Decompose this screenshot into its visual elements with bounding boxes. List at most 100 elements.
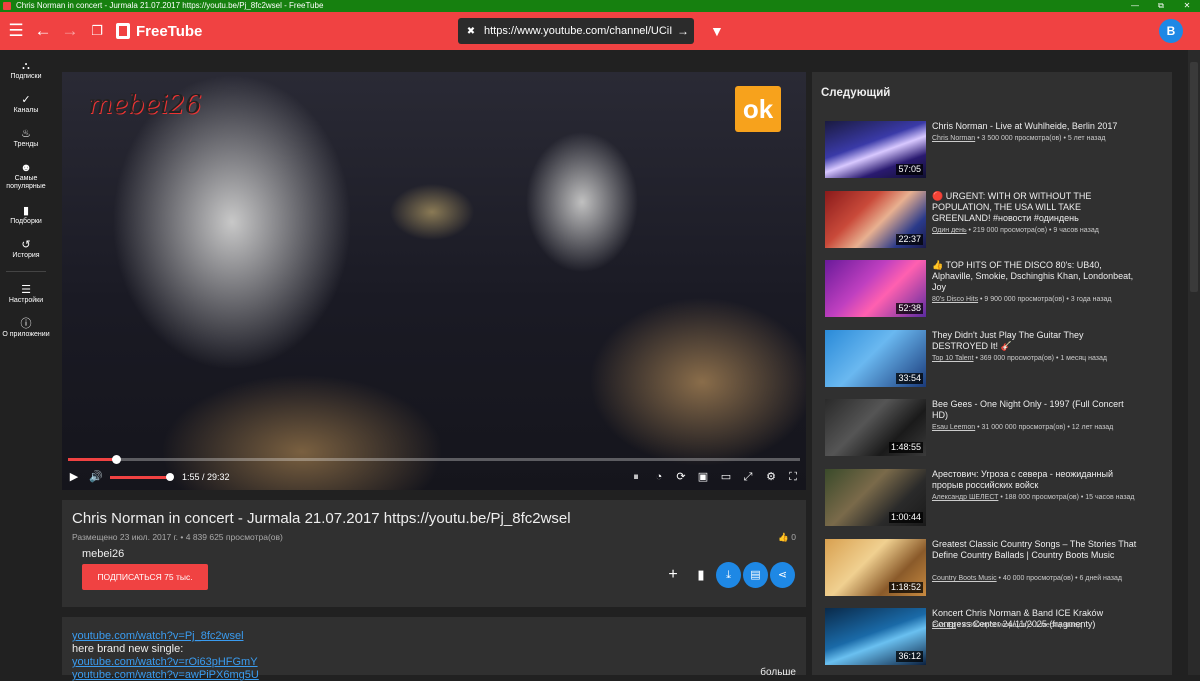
search-input[interactable]: https://www.youtube.com/channel/UCiI40 (484, 25, 672, 37)
minimize-button[interactable]: — (1122, 0, 1148, 12)
video-meta: Chris Norman • 3 500 000 просмотра(ов) •… (932, 134, 1162, 143)
video-meta: Esau Leemon • 31 000 000 просмотра(ов) •… (932, 423, 1162, 432)
thumbs-up-icon: 👍 (778, 532, 789, 542)
video-title: Chris Norman in concert - Jurmala 21.07.… (72, 510, 571, 527)
sidebar-item-subscriptions[interactable]: ⛬ Подписки (0, 60, 52, 81)
description-link[interactable]: youtube.com/watch?v=Pj_8fc2wsel (72, 630, 244, 642)
back-arrow-icon[interactable]: ← (32, 12, 54, 50)
sidebar-item-label: История (12, 252, 40, 259)
expand-icon[interactable]: ⤢ (739, 466, 757, 488)
video-frame (62, 72, 806, 490)
video-duration: 1:00:44 (888, 512, 923, 523)
volume-slider[interactable] (110, 473, 174, 481)
up-next-item[interactable]: 57:05 Chris Norman - Live at Wuhlheide, B… (825, 121, 1165, 179)
sidebar-item-trending[interactable]: ♨ Тренды (0, 128, 52, 149)
video-stats: • 369 000 просмотра(ов) • 1 месяц назад (973, 355, 1107, 362)
video-thumbnail[interactable]: 33:54 (825, 330, 926, 387)
video-title[interactable]: They Didn't Just Play The Guitar They DE… (932, 330, 1138, 352)
channel-link[interactable]: 80's Disco Hits (932, 296, 978, 303)
channel-name[interactable]: mebei26 (82, 548, 124, 560)
sidebar-item-history[interactable]: ↺ История (0, 239, 52, 260)
channel-link[interactable]: Chris Norman (932, 135, 975, 142)
playback-speed-icon[interactable]: ◔ (650, 466, 668, 488)
volume-icon[interactable]: 🔊 (87, 466, 105, 488)
video-title[interactable]: Greatest Classic Country Songs – The Sto… (932, 539, 1138, 561)
sidebar-item-popular[interactable]: ☻ Самые популярные (0, 162, 52, 191)
channel-link[interactable]: Ewa Eg (932, 622, 956, 629)
fullscreen-icon[interactable]: ⛶ (784, 466, 802, 488)
close-window-button[interactable]: ✕ (1174, 0, 1200, 12)
seek-bar[interactable] (68, 455, 800, 464)
profile-avatar[interactable]: B (1159, 19, 1183, 43)
video-title[interactable]: 🔴 URGENT: WITH OR WITHOUT THE POPULATION… (932, 191, 1138, 224)
description-link[interactable]: youtube.com/watch?v=rOi63pHFGmY (72, 656, 258, 668)
video-meta: Country Boots Music • 40 000 просмотра(о… (932, 574, 1162, 583)
up-next-item[interactable]: 1:00:44 Арестович: Угроза с севера - неож… (825, 469, 1165, 527)
video-title[interactable]: Chris Norman - Live at Wuhlheide, Berlin… (932, 121, 1138, 132)
sidebar-item-settings[interactable]: ☰ Настройки (0, 284, 52, 305)
up-next-item[interactable]: 36:12 Koncert Chris Norman & Band ICE Kra… (825, 608, 1165, 666)
video-title[interactable]: Арестович: Угроза с севера - неожиданный… (932, 469, 1138, 491)
save-bookmark-icon[interactable]: ▮ (691, 562, 711, 588)
file-icon[interactable]: ▤ (743, 562, 768, 588)
subscribe-button[interactable]: ПОДПИСАТЬСЯ 75 тыс. (82, 564, 208, 590)
download-icon[interactable]: ⤓ (716, 562, 741, 588)
clear-search-icon[interactable]: ✖ (458, 26, 484, 37)
video-thumbnail[interactable]: 1:48:55 (825, 399, 926, 456)
search-go-icon[interactable]: → (672, 24, 694, 38)
sidebar-item-playlists[interactable]: ▮ Подборки (0, 205, 52, 226)
video-stats: • 9 900 000 просмотра(ов) • 3 года назад (978, 296, 1112, 303)
description-text: here brand new single: (72, 643, 184, 655)
like-count: 👍 0 (778, 532, 796, 543)
video-duration: 57:05 (896, 164, 923, 175)
channel-link[interactable]: Esau Leemon (932, 424, 975, 431)
video-thumbnail[interactable]: 57:05 (825, 121, 926, 178)
add-to-playlist-icon[interactable]: + (663, 562, 683, 588)
video-thumbnail[interactable]: 52:38 (825, 260, 926, 317)
channel-link[interactable]: Один день (932, 227, 967, 234)
video-thumbnail[interactable]: 22:37 (825, 191, 926, 248)
search-bar[interactable]: ✖ https://www.youtube.com/channel/UCiI40… (458, 18, 694, 44)
new-window-icon[interactable]: ❐ (86, 12, 108, 50)
picture-in-picture-icon[interactable]: ▣ (694, 466, 712, 488)
channel-link[interactable]: Country Boots Music (932, 575, 997, 582)
page-scrollbar[interactable] (1188, 50, 1200, 675)
video-thumbnail[interactable]: 1:00:44 (825, 469, 926, 526)
video-player[interactable]: mebei26 ok ▶ 🔊 1:55 / 29:32 ⏸ ◔ ⟳ ▣ ▭ ⤢ … (62, 72, 806, 490)
freetube-logo[interactable]: FreeTube (116, 21, 202, 41)
sidebar-item-about[interactable]: ⓘ О приложении (0, 318, 52, 339)
video-title[interactable]: Bee Gees - One Night Only - 1997 (Full C… (932, 399, 1138, 421)
play-icon[interactable]: ▶ (65, 466, 83, 488)
channel-link[interactable]: Top 10 Talent (932, 355, 974, 362)
sidebar-item-channels[interactable]: ✓ Каналы (0, 94, 52, 115)
window-controls: — ⧉ ✕ (1122, 0, 1200, 12)
video-thumbnail[interactable]: 36:12 (825, 608, 926, 665)
maximize-button[interactable]: ⧉ (1148, 0, 1174, 12)
pause-circle-icon[interactable]: ⏸ (627, 466, 645, 488)
show-more-link[interactable]: больше (760, 667, 796, 678)
sidebar-item-label: О приложении (2, 331, 50, 338)
up-next-item[interactable]: 1:48:55 Bee Gees - One Night Only - 1997 … (825, 399, 1165, 457)
filter-icon[interactable]: ▼ (710, 12, 724, 50)
description-link[interactable]: youtube.com/watch?v=awPiPX6mg5U (72, 669, 259, 681)
sidebar-item-label: Тренды (13, 141, 39, 148)
up-next-item[interactable]: 22:37 🔴 URGENT: WITH OR WITHOUT THE POPUL… (825, 191, 1165, 249)
scrollbar-thumb[interactable] (1190, 62, 1198, 292)
volume-handle[interactable] (166, 473, 174, 481)
share-icon[interactable]: ⋖ (770, 562, 795, 588)
menu-icon[interactable]: ☰ (5, 12, 27, 50)
settings-gear-icon[interactable]: ⚙ (762, 466, 780, 488)
video-thumbnail[interactable]: 1:18:52 (825, 539, 926, 596)
theatre-mode-icon[interactable]: ▭ (717, 466, 735, 488)
up-next-item[interactable]: 1:18:52 Greatest Classic Country Songs – … (825, 539, 1165, 597)
up-next-item[interactable]: 33:54 They Didn't Just Play The Guitar Th… (825, 330, 1165, 388)
up-next-item[interactable]: 52:38 👍 TOP HITS OF THE DISCO 80's: UB40,… (825, 260, 1165, 318)
time-display: 1:55 / 29:32 (182, 472, 230, 482)
channel-link[interactable]: Александр ШЕЛЕСТ (932, 494, 998, 501)
loop-icon[interactable]: ⟳ (672, 466, 690, 488)
seek-handle[interactable] (111, 455, 121, 464)
forward-arrow-icon[interactable]: → (59, 12, 81, 50)
window-titlebar: Chris Norman in concert - Jurmala 21.07.… (0, 0, 1200, 12)
video-description: youtube.com/watch?v=Pj_8fc2wsel here bra… (62, 617, 806, 681)
video-title[interactable]: 👍 TOP HITS OF THE DISCO 80's: UB40, Alph… (932, 260, 1138, 293)
